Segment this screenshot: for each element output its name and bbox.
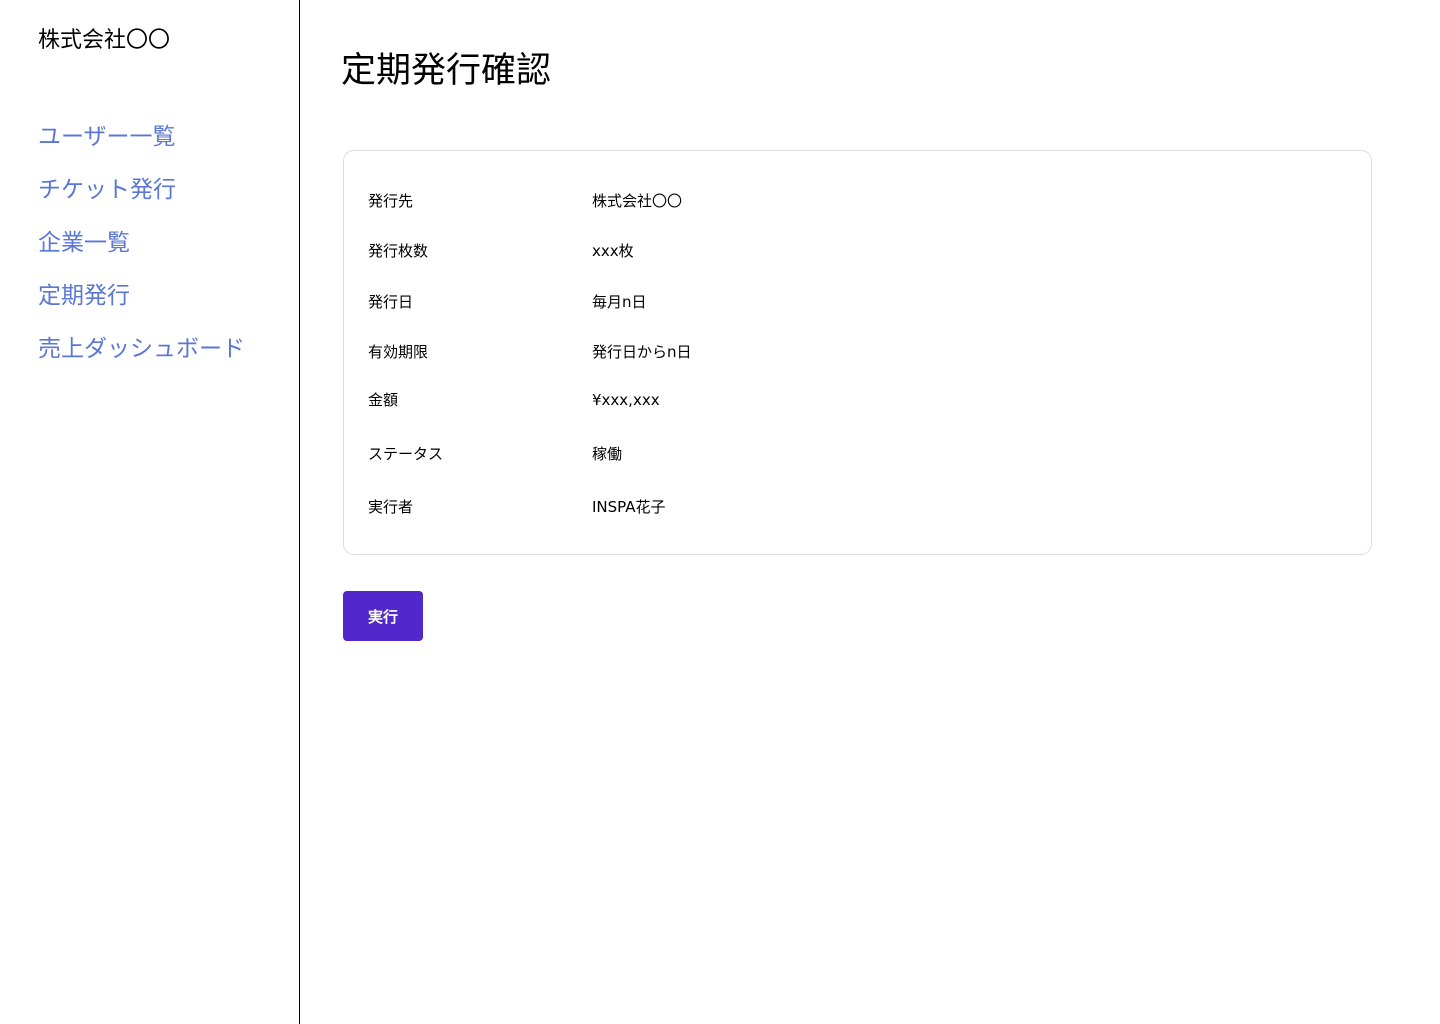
detail-label: 金額 xyxy=(368,391,399,409)
confirmation-card: 発行先 株式会社〇〇 発行枚数 xxx枚 発行日 毎月n日 有効期限 発行日から… xyxy=(343,150,1372,555)
detail-value: ¥xxx,xxx xyxy=(592,391,660,409)
app-root: 株式会社〇〇 ユーザー一覧 チケット発行 企業一覧 定期発行 売上ダッシュボード… xyxy=(0,0,1440,1024)
detail-value: 稼働 xyxy=(592,445,623,463)
detail-label: 有効期限 xyxy=(368,343,429,361)
sidebar-item-sales-dashboard[interactable]: 売上ダッシュボード xyxy=(38,333,245,366)
page-title: 定期発行確認 xyxy=(341,51,552,91)
sidebar-item-scheduled-issue[interactable]: 定期発行 xyxy=(38,280,245,313)
detail-value: 発行日からn日 xyxy=(592,343,692,361)
sidebar-item-ticket-issue[interactable]: チケット発行 xyxy=(38,174,245,207)
detail-value: 株式会社〇〇 xyxy=(592,192,683,210)
detail-value: 毎月n日 xyxy=(592,293,647,311)
sidebar: 株式会社〇〇 ユーザー一覧 チケット発行 企業一覧 定期発行 売上ダッシュボード xyxy=(0,0,300,1024)
main-content: 定期発行確認 発行先 株式会社〇〇 発行枚数 xxx枚 発行日 毎月n日 有効期… xyxy=(301,0,1440,1024)
detail-label: ステータス xyxy=(368,445,444,463)
execute-button[interactable]: 実行 xyxy=(343,591,423,641)
detail-label: 実行者 xyxy=(368,498,414,516)
detail-label: 発行日 xyxy=(368,293,414,311)
sidebar-item-user-list[interactable]: ユーザー一覧 xyxy=(38,121,245,154)
detail-value: xxx枚 xyxy=(592,242,634,260)
detail-label: 発行枚数 xyxy=(368,242,429,260)
company-name: 株式会社〇〇 xyxy=(38,28,171,53)
detail-label: 発行先 xyxy=(368,192,414,210)
detail-value: INSPA花子 xyxy=(592,498,666,516)
sidebar-nav: ユーザー一覧 チケット発行 企業一覧 定期発行 売上ダッシュボード xyxy=(38,121,245,386)
sidebar-item-company-list[interactable]: 企業一覧 xyxy=(38,227,245,260)
